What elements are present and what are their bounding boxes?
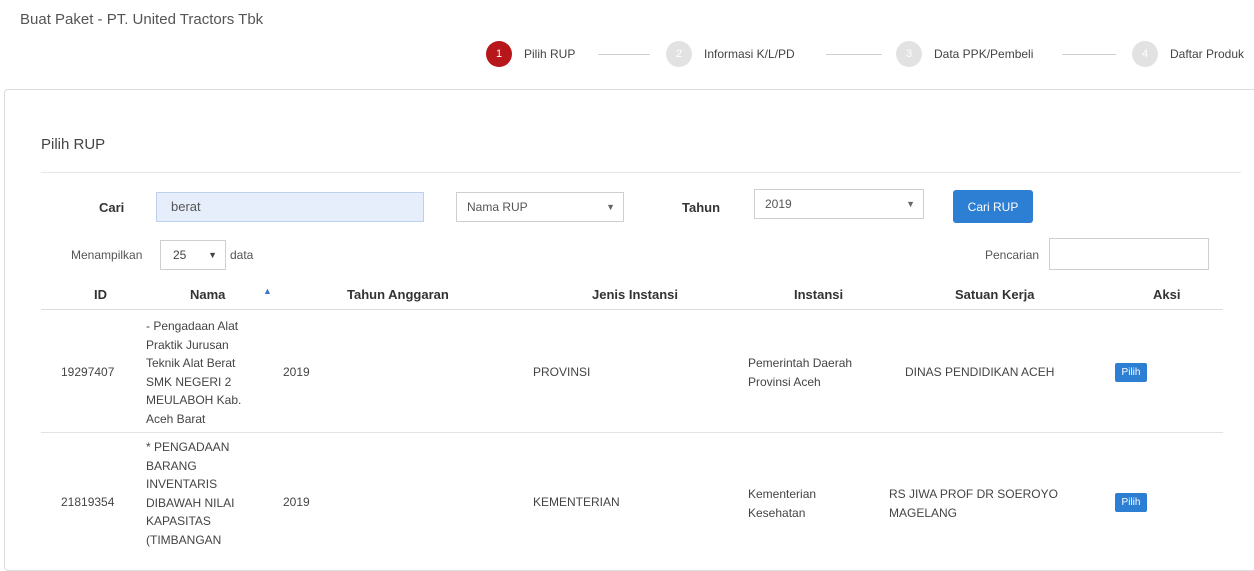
cell-instansi: Kementerian Kesehatan — [748, 485, 816, 522]
nama-line: BARANG — [146, 458, 197, 473]
cell-satker: DINAS PENDIDIKAN ACEH — [905, 363, 1054, 382]
table-search-label: Pencarian — [985, 248, 1040, 262]
step-label: Informasi K/L/PD — [704, 47, 795, 61]
satker-line: MAGELANG — [889, 505, 958, 520]
header-divider — [41, 309, 1223, 310]
column-header-instansi[interactable]: Instansi — [794, 287, 843, 302]
cell-instansi: Pemerintah Daerah Provinsi Aceh — [748, 354, 852, 391]
caret-down-icon: ▼ — [606, 202, 615, 212]
filter-select-value: Nama RUP — [467, 200, 528, 214]
cell-id: 21819354 — [61, 495, 115, 509]
step-label: Pilih RUP — [524, 47, 576, 61]
cell-jenis: PROVINSI — [533, 365, 591, 379]
filter-select[interactable]: Nama RUP ▼ — [456, 192, 624, 222]
section-title: Pilih RUP — [41, 136, 106, 153]
instansi-line: Kesehatan — [748, 505, 806, 520]
nama-line: Aceh Barat — [146, 411, 206, 426]
sort-ascending-icon[interactable]: ▲ — [263, 286, 272, 296]
step-pilih-rup[interactable]: 1 Pilih RUP — [486, 40, 575, 68]
caret-down-icon: ▼ — [906, 199, 915, 209]
entries-length-select[interactable]: 25 ▼ — [160, 240, 226, 270]
nama-line: INVENTARIS — [146, 477, 218, 491]
pilih-button[interactable]: Pilih — [1115, 493, 1147, 512]
nama-line: * PENGADAAN — [146, 440, 230, 454]
satker-line: DINAS PENDIDIKAN ACEH — [905, 365, 1055, 379]
page-title: Buat Paket - PT. United Tractors Tbk — [20, 11, 264, 28]
nama-line: Teknik Alat Berat — [146, 356, 236, 370]
step-connector — [598, 54, 650, 55]
cari-label: Cari — [99, 200, 125, 215]
caret-down-icon: ▼ — [208, 250, 217, 260]
column-header-nama[interactable]: Nama — [190, 287, 225, 302]
satker-line: RS JIWA PROF DR SOEROYO — [889, 487, 1058, 501]
step-informasi-klpd[interactable]: 2 Informasi K/L/PD — [666, 40, 795, 68]
nama-line: KAPASITAS — [146, 514, 211, 528]
entries-data-label: data — [230, 248, 254, 262]
column-header-jenis-instansi[interactable]: Jenis Instansi — [592, 287, 678, 302]
step-label: Daftar Produk — [1170, 47, 1245, 61]
column-header-satuan-kerja[interactable]: Satuan Kerja — [955, 287, 1034, 302]
step-label: Data PPK/Pembeli — [934, 47, 1034, 61]
step-number: 2 — [666, 41, 692, 67]
pilih-rup-panel: Pilih RUP Cari berat Nama RUP ▼ Tahun 20… — [4, 89, 1254, 571]
instansi-line: Provinsi Aceh — [748, 374, 821, 389]
pilih-button[interactable]: Pilih — [1115, 363, 1147, 382]
nama-line: Praktik Jurusan — [146, 337, 229, 352]
step-connector — [1062, 54, 1116, 55]
nama-line: MEULABOH Kab. — [146, 393, 242, 407]
tahun-select-value: 2019 — [765, 197, 792, 211]
instansi-line: Kementerian — [748, 487, 817, 501]
step-data-ppk[interactable]: 3 Data PPK/Pembeli — [896, 40, 1033, 68]
nama-line: - Pengadaan Alat — [146, 319, 239, 333]
divider — [41, 172, 1241, 173]
cell-tahun: 2019 — [283, 495, 310, 509]
cell-nama: * PENGADAAN BARANG INVENTARIS DIBAWAH NI… — [146, 438, 234, 549]
cell-id: 19297407 — [61, 365, 115, 379]
cell-jenis: KEMENTERIAN — [533, 495, 620, 509]
tahun-label: Tahun — [682, 200, 721, 215]
show-entries-label: Menampilkan — [71, 248, 143, 262]
column-header-tahun-anggaran[interactable]: Tahun Anggaran — [347, 287, 449, 302]
cell-satker: RS JIWA PROF DR SOEROYO MAGELANG — [889, 485, 1058, 522]
step-number: 4 — [1132, 41, 1158, 67]
cari-rup-button[interactable]: Cari RUP — [953, 190, 1033, 223]
step-number: 3 — [896, 41, 922, 67]
step-number: 1 — [486, 41, 512, 67]
column-header-id[interactable]: ID — [94, 287, 107, 302]
cell-tahun: 2019 — [283, 365, 310, 379]
row-divider — [41, 432, 1223, 433]
step-daftar-produk[interactable]: 4 Daftar Produk — [1132, 40, 1244, 68]
entries-length-value: 25 — [173, 248, 187, 262]
cell-nama: - Pengadaan Alat Praktik Jurusan Teknik … — [146, 317, 241, 428]
nama-line: (TIMBANGAN — [146, 532, 222, 547]
column-header-aksi: Aksi — [1153, 287, 1181, 302]
cari-input[interactable]: berat — [156, 192, 424, 222]
tahun-select[interactable]: 2019 ▼ — [754, 189, 924, 219]
nama-line: SMK NEGERI 2 — [146, 374, 232, 389]
instansi-line: Pemerintah Daerah — [748, 356, 853, 370]
step-connector — [826, 54, 882, 55]
table-search-input[interactable] — [1049, 238, 1209, 270]
nama-line: DIBAWAH NILAI — [146, 495, 235, 510]
